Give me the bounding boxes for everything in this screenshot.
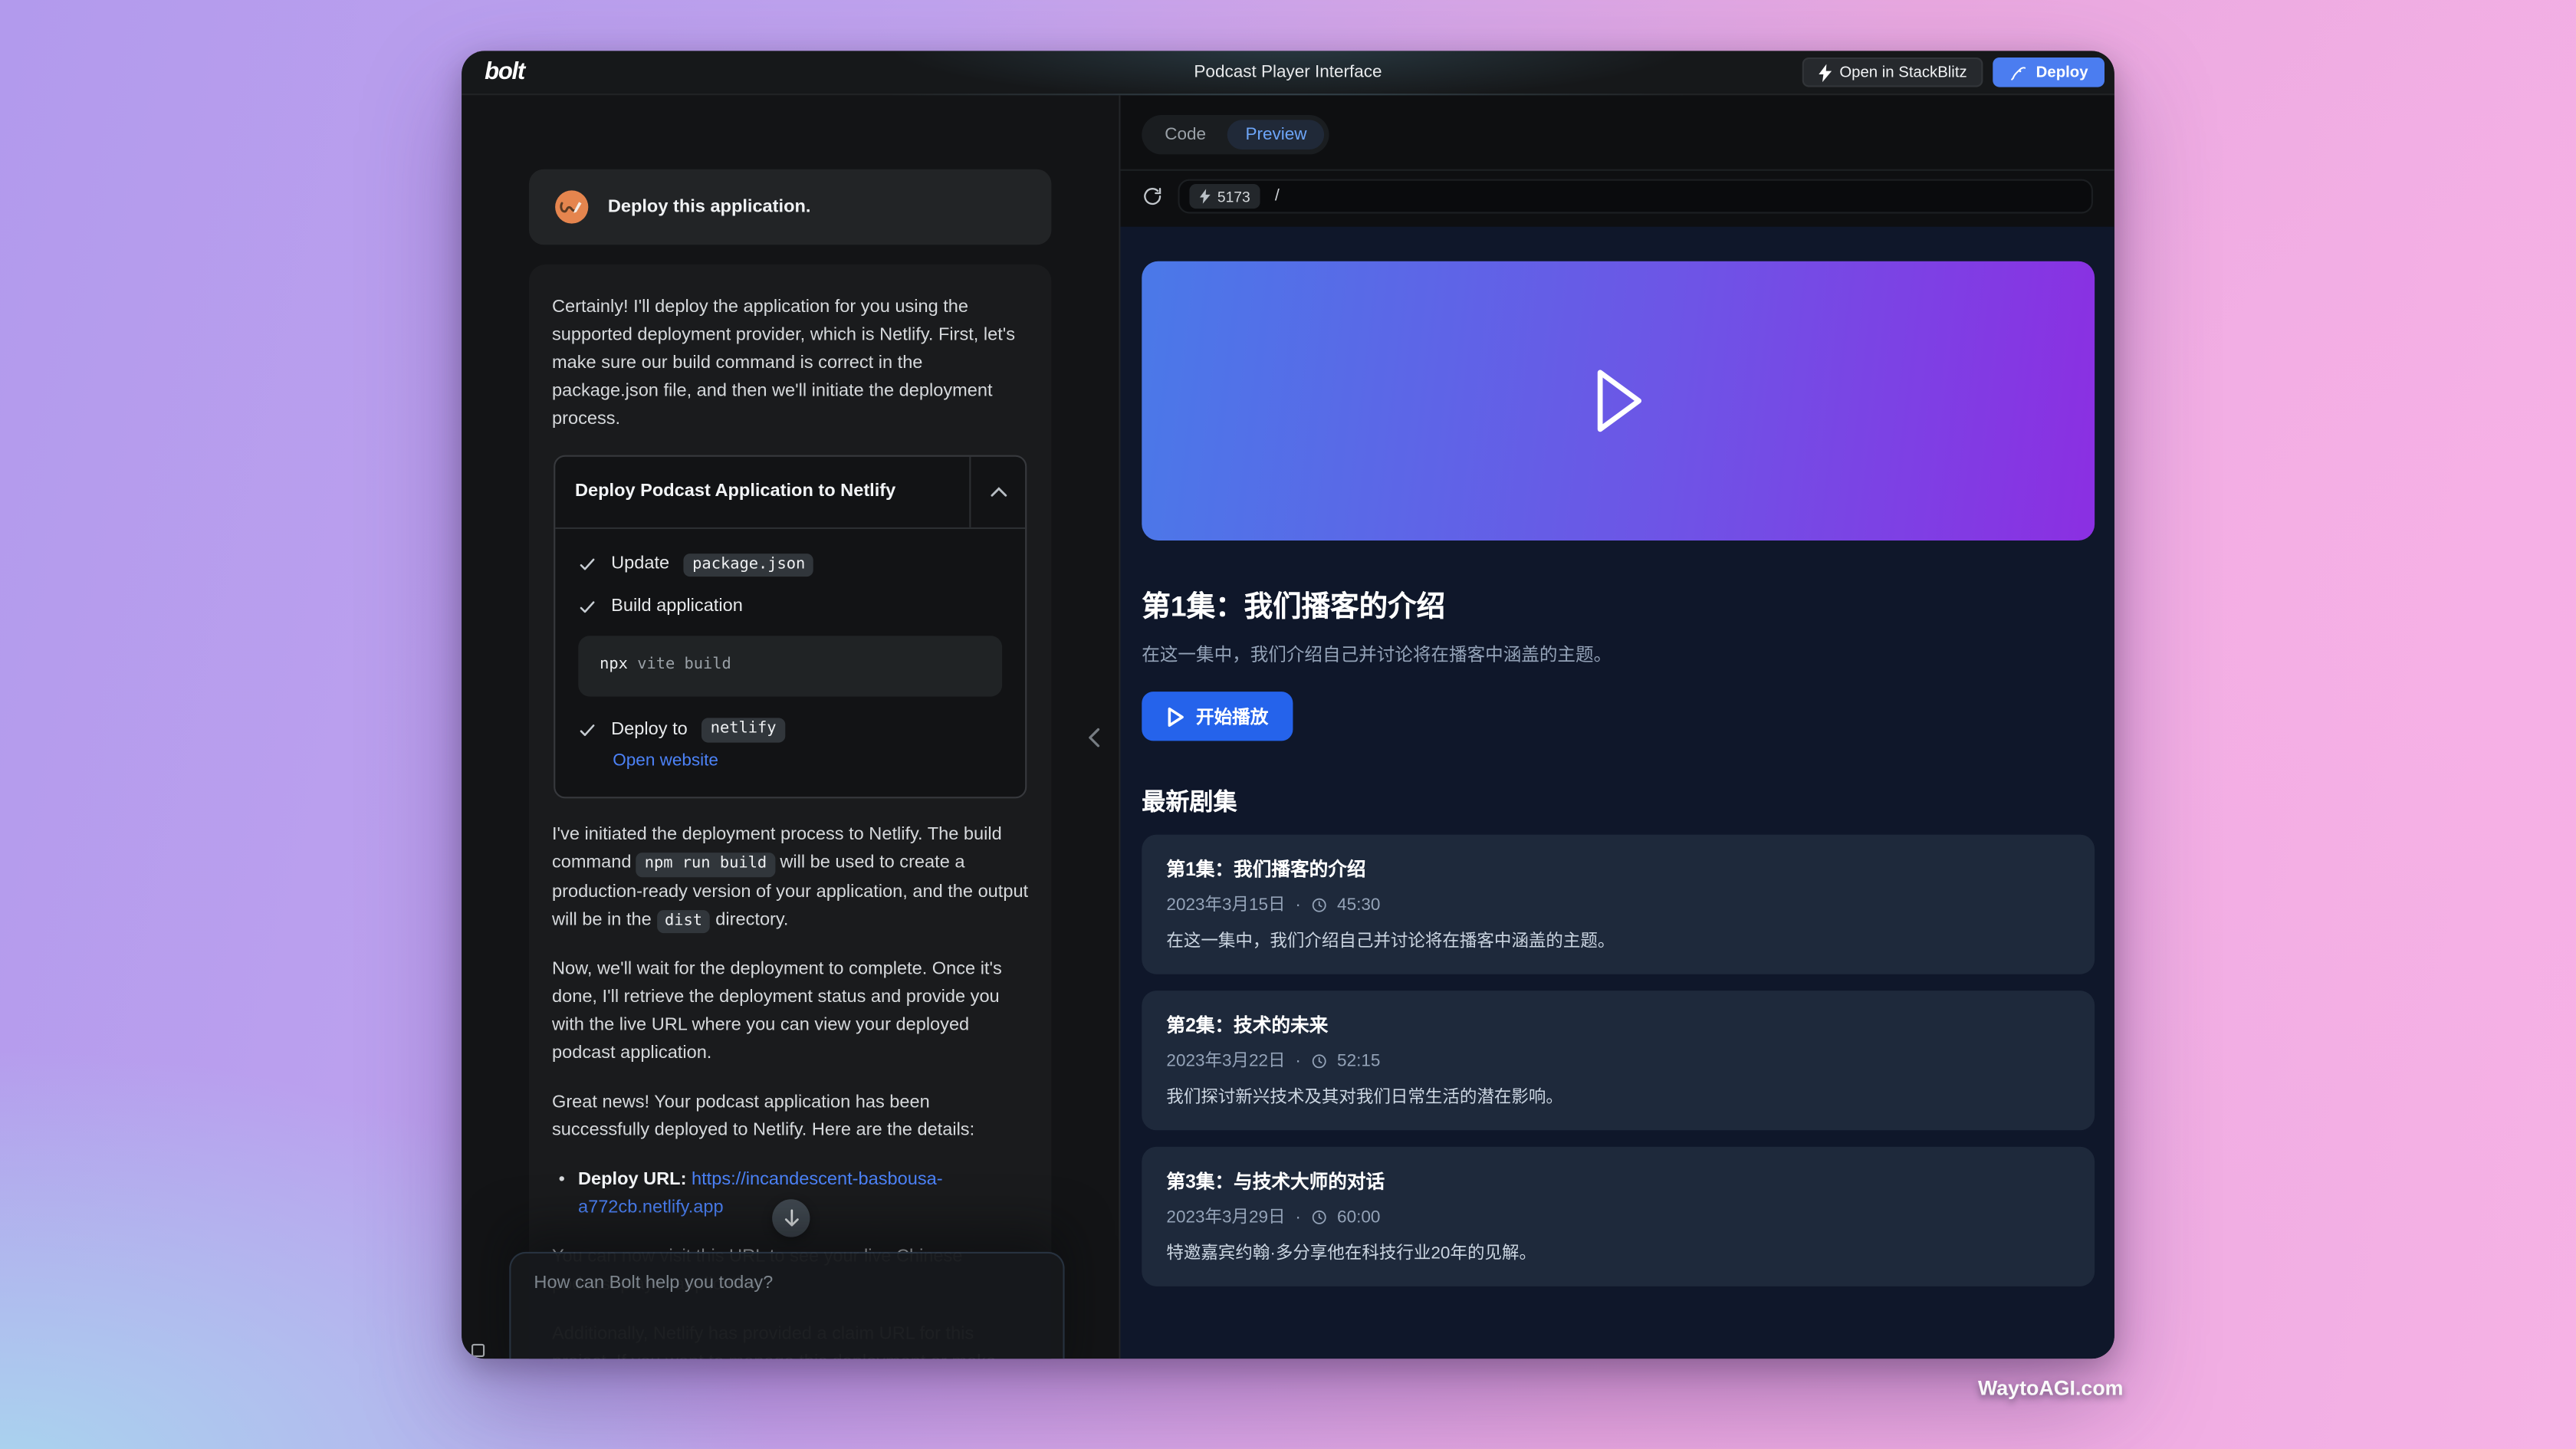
dist-chip: dist bbox=[656, 909, 710, 933]
chevron-left-icon bbox=[1084, 726, 1104, 749]
current-episode-title: 第1集：我们播客的介绍 bbox=[1142, 585, 2095, 626]
check-icon bbox=[578, 556, 596, 574]
episode-description: 在这一集中，我们介绍自己并讨论将在播客中涵盖的主题。 bbox=[1166, 928, 2070, 953]
deploy-card-body: Update package.json Build application np… bbox=[555, 530, 1025, 798]
deploy-button[interactable]: Deploy bbox=[1993, 58, 2104, 87]
package-json-chip: package.json bbox=[684, 553, 813, 577]
check-icon bbox=[578, 599, 596, 617]
episode-hero-banner[interactable] bbox=[1142, 261, 2095, 540]
user-message-text: Deploy this application. bbox=[608, 197, 811, 217]
port-icon bbox=[1199, 189, 1211, 203]
episode-meta: 2023年3月22日 · 52:15 bbox=[1166, 1048, 2070, 1073]
url-path: / bbox=[1275, 187, 1280, 205]
check-icon bbox=[578, 721, 596, 740]
preview-panel: Code Preview 5173 bbox=[1119, 95, 2114, 1359]
episode-duration: 45:30 bbox=[1337, 895, 1380, 915]
play-outline-icon bbox=[1587, 365, 1649, 437]
refresh-icon[interactable] bbox=[1142, 186, 1163, 207]
resize-handle-icon bbox=[472, 1344, 485, 1357]
episode-description: 我们探讨新兴技术及其对我们日常生活的潜在影响。 bbox=[1166, 1084, 2070, 1109]
code-preview-toggle: Code Preview bbox=[1142, 115, 1329, 154]
episode-card-2[interactable]: 第2集：技术的未来 2023年3月22日 · 52:15 我们探讨新兴技术及其对… bbox=[1142, 991, 2095, 1130]
user-message: Deploy this application. bbox=[529, 169, 1051, 245]
open-website-link[interactable]: Open website bbox=[613, 748, 1002, 774]
assistant-response: Certainly! I'll deploy the application f… bbox=[529, 264, 1051, 1359]
clock-icon bbox=[1311, 1208, 1327, 1224]
composer-placeholder: How can Bolt help you today? bbox=[534, 1273, 1040, 1293]
play-icon bbox=[1166, 705, 1184, 727]
assistant-paragraph: Certainly! I'll deploy the application f… bbox=[552, 294, 1028, 435]
step-build-application: Build application bbox=[578, 593, 1002, 622]
episode-title: 第2集：技术的未来 bbox=[1166, 1012, 2070, 1038]
open-in-stackblitz-button[interactable]: Open in StackBlitz bbox=[1802, 58, 1983, 87]
episode-date: 2023年3月29日 bbox=[1166, 1204, 1285, 1229]
prompt-composer[interactable]: How can Bolt help you today? bbox=[509, 1252, 1064, 1359]
collapse-card-button[interactable] bbox=[969, 457, 1025, 527]
collapse-chat-panel-button[interactable] bbox=[1084, 726, 1104, 749]
clock-icon bbox=[1311, 896, 1327, 912]
user-avatar bbox=[554, 189, 590, 225]
chat-panel: Deploy this application. Certainly! I'll… bbox=[462, 95, 1119, 1359]
episode-card-1[interactable]: 第1集：我们播客的介绍 2023年3月15日 · 45:30 在这一集中，我们介… bbox=[1142, 835, 2095, 974]
episode-meta: 2023年3月29日 · 60:00 bbox=[1166, 1204, 2070, 1229]
step-deploy-netlify: Deploy to netlify bbox=[578, 716, 1002, 744]
arrow-down-icon bbox=[783, 1209, 799, 1227]
lightning-icon bbox=[1818, 64, 1831, 82]
build-command-code: npx vite build bbox=[578, 636, 1002, 697]
assistant-paragraph: I've initiated the deployment process to… bbox=[552, 822, 1028, 934]
episode-duration: 52:15 bbox=[1337, 1050, 1380, 1070]
episode-card-3[interactable]: 第3集：与技术大师的对话 2023年3月29日 · 60:00 特邀嘉宾约翰·多… bbox=[1142, 1147, 2095, 1286]
chevron-up-icon bbox=[990, 487, 1006, 498]
episode-description: 特邀嘉宾约翰·多分享他在科技行业20年的见解。 bbox=[1166, 1240, 2070, 1265]
episode-meta: 2023年3月15日 · 45:30 bbox=[1166, 892, 2070, 917]
bolt-logo: bolt bbox=[485, 59, 524, 85]
port-selector[interactable]: 5173 bbox=[1189, 184, 1260, 209]
tab-preview[interactable]: Preview bbox=[1227, 120, 1325, 150]
bolt-app-window: bolt Podcast Player Interface Open in St… bbox=[462, 51, 2114, 1359]
window-main: Deploy this application. Certainly! I'll… bbox=[462, 95, 2114, 1359]
episode-title: 第3集：与技术大师的对话 bbox=[1166, 1168, 2070, 1194]
desktop-background: bolt Podcast Player Interface Open in St… bbox=[0, 0, 2576, 1449]
assistant-paragraph: Now, we'll wait for the deployment to co… bbox=[552, 955, 1028, 1067]
deploy-url-label: Deploy URL bbox=[578, 1169, 681, 1189]
episode-date: 2023年3月15日 bbox=[1166, 892, 1285, 917]
assistant-paragraph: Great news! Your podcast application has… bbox=[552, 1089, 1028, 1145]
watermark: WaytoAGI.com bbox=[1978, 1377, 2124, 1400]
npm-run-build-chip: npm run build bbox=[636, 853, 775, 877]
deploy-steps-card: Deploy Podcast Application to Netlify bbox=[554, 455, 1027, 799]
rocket-icon bbox=[2009, 64, 2028, 82]
view-tabs-row: Code Preview bbox=[1120, 95, 2114, 169]
episode-date: 2023年3月22日 bbox=[1166, 1048, 1285, 1073]
deploy-card-title: Deploy Podcast Application to Netlify bbox=[555, 457, 969, 527]
scroll-to-bottom-button[interactable] bbox=[772, 1199, 810, 1237]
step-update-package: Update package.json bbox=[578, 550, 1002, 579]
podcast-app-preview: 第1集：我们播客的介绍 在这一集中，我们介绍自己并讨论将在播客中涵盖的主题。 开… bbox=[1120, 227, 2114, 1359]
topbar-actions: Open in StackBlitz Deploy bbox=[1802, 58, 2104, 87]
tab-code[interactable]: Code bbox=[1147, 120, 1224, 150]
latest-episodes-heading: 最新剧集 bbox=[1142, 784, 2095, 818]
clock-icon bbox=[1311, 1053, 1327, 1069]
preview-address-row: 5173 / bbox=[1120, 169, 2114, 227]
netlify-chip: netlify bbox=[702, 718, 784, 742]
window-topbar: bolt Podcast Player Interface Open in St… bbox=[462, 51, 2114, 95]
deploy-card-header[interactable]: Deploy Podcast Application to Netlify bbox=[555, 457, 1025, 529]
current-episode-subtitle: 在这一集中，我们介绍自己并讨论将在播客中涵盖的主题。 bbox=[1142, 641, 2095, 667]
start-play-button[interactable]: 开始播放 bbox=[1142, 692, 1293, 741]
preview-url-bar[interactable]: 5173 / bbox=[1178, 179, 2093, 214]
episode-title: 第1集：我们播客的介绍 bbox=[1166, 856, 2070, 882]
episode-duration: 60:00 bbox=[1337, 1207, 1380, 1227]
